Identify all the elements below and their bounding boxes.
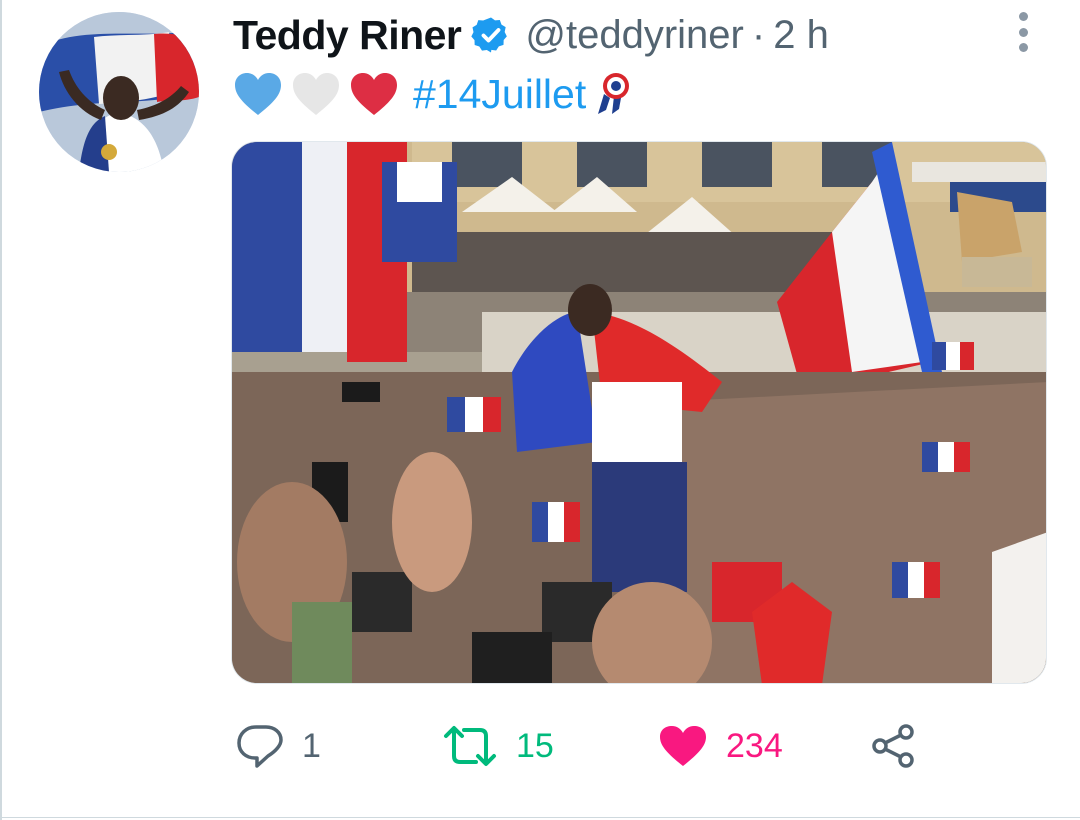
- tweet-actions: 1 15 234: [236, 716, 936, 776]
- tweet-text: #14Juillet: [233, 68, 634, 120]
- separator-dot: ·: [751, 12, 766, 57]
- divider: [2, 817, 1080, 818]
- handle[interactable]: @teddyriner: [525, 13, 743, 58]
- avatar-image: [39, 12, 199, 172]
- verified-badge-icon: [471, 17, 508, 53]
- reply-button[interactable]: 1: [236, 716, 321, 776]
- tweet-header: Teddy Riner @teddyriner · 2 h: [233, 12, 829, 58]
- heart-filled-icon: [660, 726, 706, 766]
- reply-count: 1: [302, 726, 321, 765]
- retweet-count: 15: [516, 726, 554, 765]
- more-options-icon[interactable]: [1006, 10, 1040, 54]
- white-heart-icon: [293, 73, 339, 115]
- display-name[interactable]: Teddy Riner: [233, 12, 462, 59]
- like-button[interactable]: 234: [658, 716, 783, 776]
- retweet-icon: [444, 726, 496, 766]
- blue-heart-icon: [235, 73, 281, 115]
- avatar[interactable]: [39, 12, 199, 172]
- reply-icon: [237, 725, 283, 768]
- tweet-card: Teddy Riner @teddyriner · 2 h #14Juillet: [0, 0, 1080, 820]
- red-heart-icon: [351, 73, 397, 115]
- more-dot: [1018, 27, 1028, 37]
- hashtag-link[interactable]: #14Juillet: [413, 71, 586, 118]
- rosette-icon: [598, 73, 630, 114]
- like-count: 234: [726, 726, 783, 765]
- share-icon: [872, 724, 914, 768]
- more-dot: [1018, 12, 1028, 21]
- photo-crowd-celebration: [232, 142, 1046, 683]
- timestamp[interactable]: 2 h: [773, 13, 829, 58]
- retweet-button[interactable]: 15: [442, 716, 554, 776]
- more-dot: [1018, 43, 1028, 52]
- share-button[interactable]: [870, 716, 918, 776]
- tweet-photo[interactable]: [231, 141, 1047, 684]
